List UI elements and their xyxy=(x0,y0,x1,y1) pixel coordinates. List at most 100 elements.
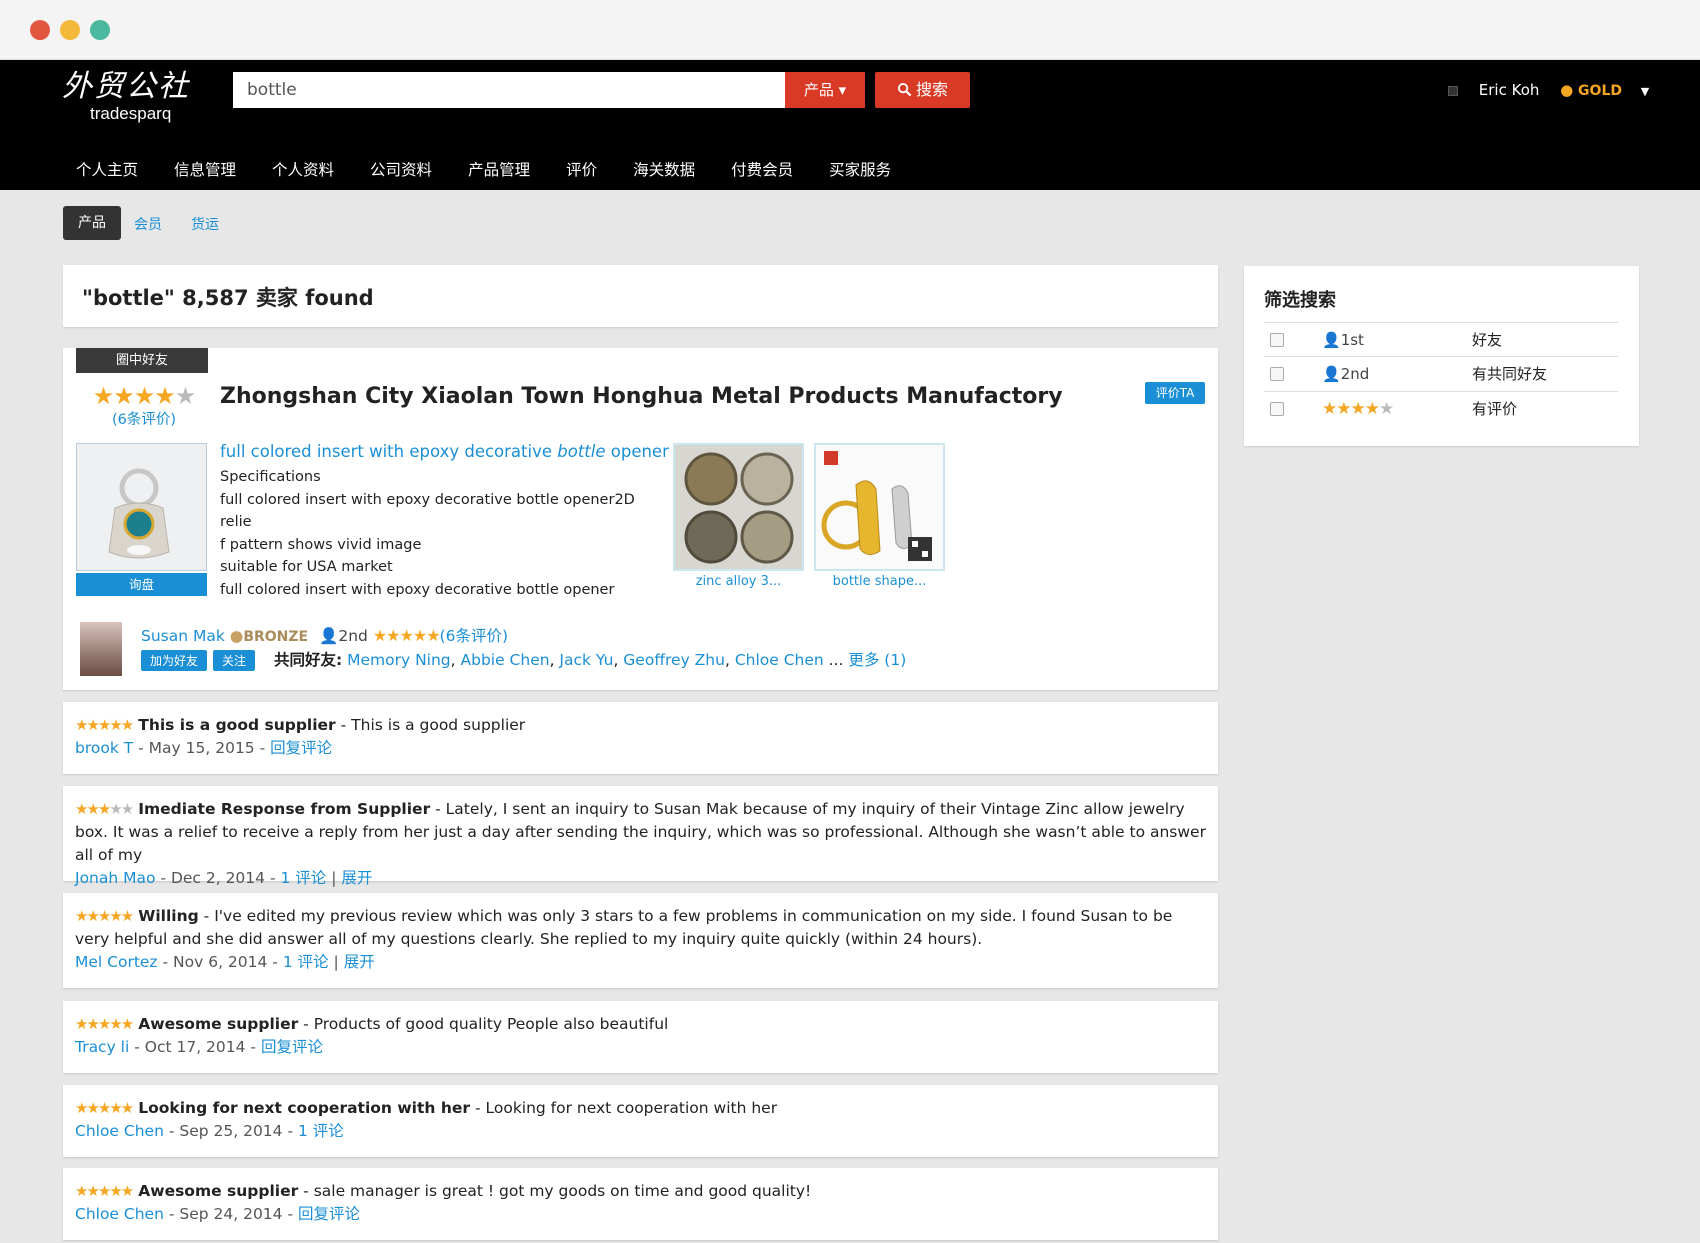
review-title: Looking for next cooperation with her xyxy=(138,1099,471,1117)
friend-circle-tag: 圈中好友 xyxy=(76,348,208,373)
filter-row-1st[interactable]: 👤1st 好友 xyxy=(1264,322,1618,356)
nav-home[interactable]: 个人主页 xyxy=(58,150,156,190)
review-author[interactable]: Jonah Mao xyxy=(75,869,155,887)
mutual-friend-link[interactable]: Jack Yu xyxy=(559,651,613,669)
supplier-name[interactable]: Zhongshan City Xiaolan Town Honghua Meta… xyxy=(220,384,1063,409)
product-thumbnail-1-label[interactable]: zinc alloy 3... xyxy=(673,574,804,589)
product-thumbnail-2-label[interactable]: bottle shape... xyxy=(814,574,945,589)
filter-checkbox[interactable] xyxy=(1270,367,1284,381)
more-mutual-friends-link[interactable]: 更多 (1) xyxy=(848,651,906,669)
user-name: Eric Koh xyxy=(1478,81,1540,99)
search-type-dropdown[interactable]: 产品 ▾ xyxy=(785,72,865,108)
nav-company[interactable]: 公司资料 xyxy=(352,150,450,190)
mutual-friend-link[interactable]: Chloe Chen xyxy=(735,651,824,669)
mutual-friend-link[interactable]: Geoffrey Zhu xyxy=(623,651,725,669)
review-item: ★★★★★ Willing - I've edited my previous r… xyxy=(63,893,1218,988)
expand-review-link[interactable]: 展开 xyxy=(344,953,375,971)
filter-value: 2nd xyxy=(1340,365,1370,383)
supplier-rating: ★★★★★ (6条评价) xyxy=(88,384,200,429)
review-stars-icon: ★★★★★ xyxy=(75,1182,134,1200)
nav-reviews[interactable]: 评价 xyxy=(548,150,615,190)
flag-icon xyxy=(1448,85,1458,96)
user-menu[interactable]: Eric Koh ● GOLD ▼ xyxy=(1448,78,1649,104)
product-title[interactable]: full colored insert with epoxy decorativ… xyxy=(220,442,669,461)
seller-level: BRONZE xyxy=(243,629,309,645)
review-title: Awesome supplier xyxy=(138,1015,299,1033)
product-desc-line: full colored insert with epoxy decorativ… xyxy=(220,491,635,531)
filter-value: 1st xyxy=(1340,331,1364,349)
gold-coin-icon: ● xyxy=(1560,81,1574,99)
site-logo[interactable]: 外贸公社 tradesparq xyxy=(62,70,212,138)
tab-shipping[interactable]: 货运 xyxy=(191,214,219,234)
coins-image xyxy=(675,445,802,569)
filter-checkbox[interactable] xyxy=(1270,333,1284,347)
review-author[interactable]: Chloe Chen xyxy=(75,1205,164,1223)
review-date: Dec 2, 2014 xyxy=(170,869,266,887)
review-author[interactable]: brook T xyxy=(75,739,133,757)
review-body: Products of good quality People also bea… xyxy=(313,1015,669,1033)
nav-products[interactable]: 产品管理 xyxy=(450,150,548,190)
review-comments-link[interactable]: 1 评论 xyxy=(280,869,326,887)
mutual-friend-link[interactable]: Memory Ning xyxy=(347,651,451,669)
result-count-title: "bottle" 8,587 卖家 found xyxy=(82,286,374,310)
reply-review-link[interactable]: 回复评论 xyxy=(270,739,332,757)
seller-avatar[interactable] xyxy=(80,622,122,676)
review-author[interactable]: Tracy li xyxy=(75,1038,129,1056)
bottle-opener-image xyxy=(77,444,206,570)
bronze-badge-icon: ● xyxy=(229,627,244,645)
seller-review-count[interactable]: (6条评价) xyxy=(440,627,508,645)
tab-products[interactable]: 产品 xyxy=(63,206,121,240)
follow-button[interactable]: 关注 xyxy=(213,650,256,671)
person-icon: 👤 xyxy=(319,627,339,645)
nav-customs-data[interactable]: 海关数据 xyxy=(615,150,713,190)
product-title-end: opener xyxy=(605,442,669,461)
add-friend-button[interactable]: 加为好友 xyxy=(141,650,208,671)
review-author[interactable]: Mel Cortez xyxy=(75,953,158,971)
reply-review-link[interactable]: 回复评论 xyxy=(261,1038,323,1056)
product-image[interactable] xyxy=(76,443,207,571)
filter-row-2nd[interactable]: 👤2nd 有共同好友 xyxy=(1264,356,1618,390)
supplier-review-count[interactable]: (6条评价) xyxy=(88,408,200,429)
product-thumbnail-1[interactable] xyxy=(673,443,804,571)
nav-messages[interactable]: 信息管理 xyxy=(156,150,254,190)
review-stars-icon: ★★★★★ xyxy=(75,907,134,925)
review-comments-link[interactable]: 1 评论 xyxy=(283,953,329,971)
caret-down-icon: ▾ xyxy=(838,81,847,99)
logo-chinese: 外贸公社 xyxy=(62,69,190,104)
filter-checkbox[interactable] xyxy=(1270,402,1284,416)
filter-label: 好友 xyxy=(1472,331,1503,349)
tab-members[interactable]: 会员 xyxy=(134,214,162,234)
nav-paid-membership[interactable]: 付费会员 xyxy=(713,150,811,190)
main-nav: 个人主页 信息管理 个人资料 公司资料 产品管理 评价 海关数据 付费会员 买家… xyxy=(58,150,909,190)
maximize-window-icon[interactable] xyxy=(90,20,110,40)
mutual-friend-link[interactable]: Abbie Chen xyxy=(461,651,550,669)
search-input[interactable] xyxy=(233,72,785,108)
nav-buyer-services[interactable]: 买家服务 xyxy=(811,150,909,190)
seller-name[interactable]: Susan Mak xyxy=(141,627,225,645)
nav-profile[interactable]: 个人资料 xyxy=(254,150,352,190)
inquiry-button[interactable]: 询盘 xyxy=(76,573,207,596)
review-title: Imediate Response from Supplier xyxy=(138,800,431,818)
review-body: Looking for next cooperation with her xyxy=(485,1099,778,1117)
expand-review-link[interactable]: 展开 xyxy=(341,869,372,887)
close-window-icon[interactable] xyxy=(30,20,50,40)
reply-review-link[interactable]: 回复评论 xyxy=(298,1205,360,1223)
product-thumbnail-2[interactable] xyxy=(814,443,945,571)
review-date: May 15, 2015 xyxy=(148,739,255,757)
rate-supplier-button[interactable]: 评价TA xyxy=(1145,382,1205,404)
filter-label: 有评价 xyxy=(1472,400,1518,418)
filter-row-reviewed[interactable]: ★★★★★ 有评价 xyxy=(1264,391,1618,425)
product-desc-line: Specifications xyxy=(220,469,321,485)
review-title: Awesome supplier xyxy=(138,1182,299,1200)
review-body: I've edited my previous review which was… xyxy=(75,907,1173,948)
minimize-window-icon[interactable] xyxy=(60,20,80,40)
review-title: This is a good supplier xyxy=(138,716,336,734)
review-stars-icon: ★★★★★ xyxy=(75,716,134,734)
seller-stars-icon: ★★★★★ xyxy=(372,626,441,645)
person-icon: 👤 xyxy=(1322,331,1341,349)
review-comments-link[interactable]: 1 评论 xyxy=(298,1122,344,1140)
search-button[interactable]: 搜索 xyxy=(875,72,970,108)
review-author[interactable]: Chloe Chen xyxy=(75,1122,164,1140)
product-desc-line: f pattern shows vivid image xyxy=(220,536,422,553)
review-stars-icon: ★★★★★ xyxy=(75,1099,134,1117)
